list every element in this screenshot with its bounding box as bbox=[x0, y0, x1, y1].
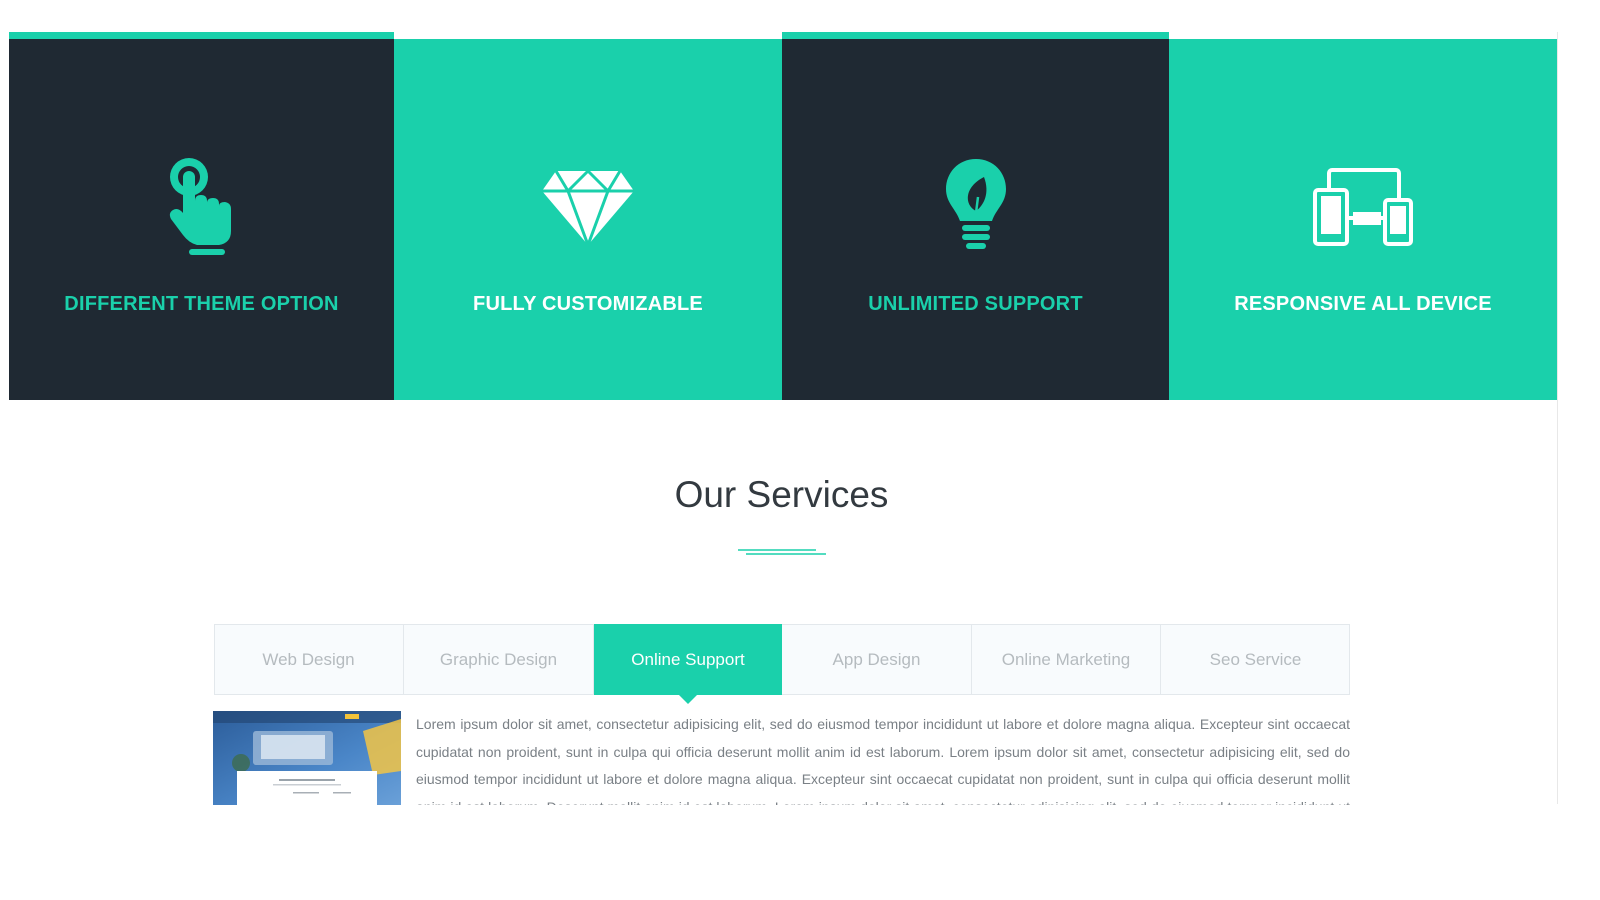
tab-label: Online Support bbox=[631, 649, 745, 669]
feature-title: UNLIMITED SUPPORT bbox=[868, 293, 1083, 315]
tab-online-support[interactable]: Online Support bbox=[594, 624, 782, 704]
feature-title: DIFFERENT THEME OPTION bbox=[64, 293, 339, 315]
title-divider bbox=[738, 549, 826, 555]
tab-content: Lorem ipsum dolor sit amet, consectetur … bbox=[213, 711, 1350, 805]
tab-web-design[interactable]: Web Design bbox=[214, 624, 404, 695]
diamond-icon bbox=[533, 152, 643, 262]
responsive-devices-icon bbox=[1308, 152, 1418, 262]
active-tab-pointer bbox=[679, 695, 697, 704]
pointing-hand-icon bbox=[147, 152, 257, 262]
section-title: Our Services bbox=[674, 474, 889, 515]
service-description: Lorem ipsum dolor sit amet, consectetur … bbox=[416, 716, 1350, 805]
tab-app-design[interactable]: App Design bbox=[782, 624, 972, 695]
page-edge-divider bbox=[1557, 32, 1558, 804]
feature-card-responsive: RESPONSIVE ALL DEVICE bbox=[1169, 39, 1557, 400]
feature-title: FULLY CUSTOMIZABLE bbox=[473, 293, 703, 315]
feature-card-customizable: FULLY CUSTOMIZABLE bbox=[394, 39, 782, 400]
services-tabs: Web Design Graphic Design Online Support… bbox=[214, 624, 1350, 704]
feature-card-theme-option: DIFFERENT THEME OPTION bbox=[9, 32, 394, 400]
feature-card-support: UNLIMITED SUPPORT bbox=[782, 32, 1169, 400]
feature-title: RESPONSIVE ALL DEVICE bbox=[1234, 293, 1492, 315]
lightbulb-leaf-icon bbox=[921, 152, 1031, 262]
website-preview-image bbox=[213, 711, 401, 805]
tab-graphic-design[interactable]: Graphic Design bbox=[404, 624, 594, 695]
tab-online-marketing[interactable]: Online Marketing bbox=[972, 624, 1161, 695]
tab-seo-service[interactable]: Seo Service bbox=[1161, 624, 1350, 695]
features-strip: DIFFERENT THEME OPTION FULLY CUSTOMIZABL… bbox=[9, 32, 1557, 400]
